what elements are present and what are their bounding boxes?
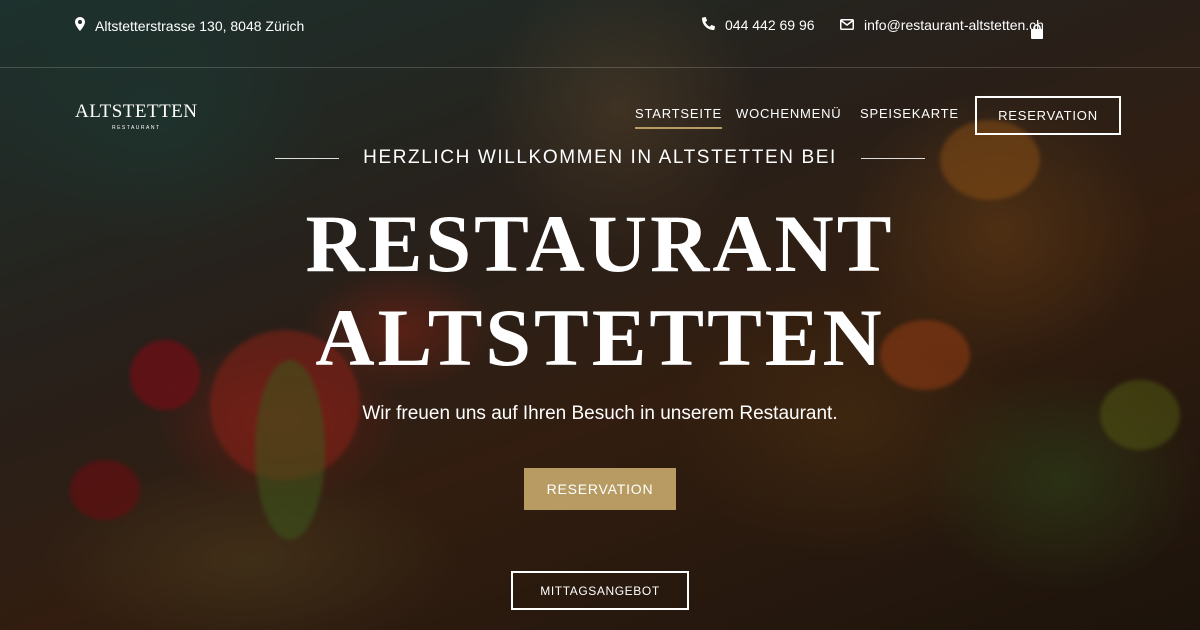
nav-reservation-button[interactable]: RESERVATION	[975, 96, 1121, 135]
phone-icon	[701, 16, 716, 33]
hero-tagline: Wir freuen uns auf Ihren Besuch in unser…	[362, 403, 838, 424]
nav-item-speisekarte[interactable]: SPEISEKARTE	[860, 106, 959, 121]
nav-item-startseite[interactable]: STARTSEITE	[635, 106, 722, 129]
top-info-bar: Altstetterstrasse 130, 8048 Zürich 044 4…	[0, 0, 1200, 68]
envelope-icon	[840, 17, 854, 33]
map-pin-icon	[75, 17, 85, 34]
hero-title-line1: RESTAURANT	[305, 198, 895, 289]
lunch-offer-button[interactable]: MITTAGSANGEBOT	[511, 571, 689, 610]
reservation-button[interactable]: RESERVATION	[524, 468, 676, 510]
divider-right	[860, 157, 925, 159]
divider-left	[275, 157, 340, 159]
email-text: info@restaurant-altstetten.ch	[864, 17, 1044, 33]
logo-name: ALTSTETTEN	[75, 101, 198, 122]
shopping-bag-icon[interactable]	[1030, 24, 1044, 45]
address-info: Altstetterstrasse 130, 8048 Zürich	[75, 17, 304, 34]
phone-link[interactable]: 044 442 69 96	[701, 16, 815, 33]
logo-subtitle: RESTAURANT	[111, 125, 161, 131]
nav-item-wochenmenu[interactable]: WOCHENMENÜ	[736, 106, 842, 121]
background-herb	[255, 360, 325, 540]
address-text: Altstetterstrasse 130, 8048 Zürich	[95, 17, 305, 34]
email-link[interactable]: info@restaurant-altstetten.ch	[840, 17, 1044, 33]
hero-title-line2: ALTSTETTEN	[315, 292, 885, 383]
welcome-heading: HERZLICH WILLKOMMEN IN ALTSTETTEN BEI	[0, 147, 1200, 169]
site-logo[interactable]: ALTSTETTEN RESTAURANT	[75, 101, 198, 131]
phone-text: 044 442 69 96	[725, 17, 815, 33]
hero-section: Altstetterstrasse 130, 8048 Zürich 044 4…	[0, 0, 1200, 630]
welcome-text: HERZLICH WILLKOMMEN IN ALTSTETTEN BEI	[363, 147, 837, 168]
background-tomato	[70, 460, 140, 520]
